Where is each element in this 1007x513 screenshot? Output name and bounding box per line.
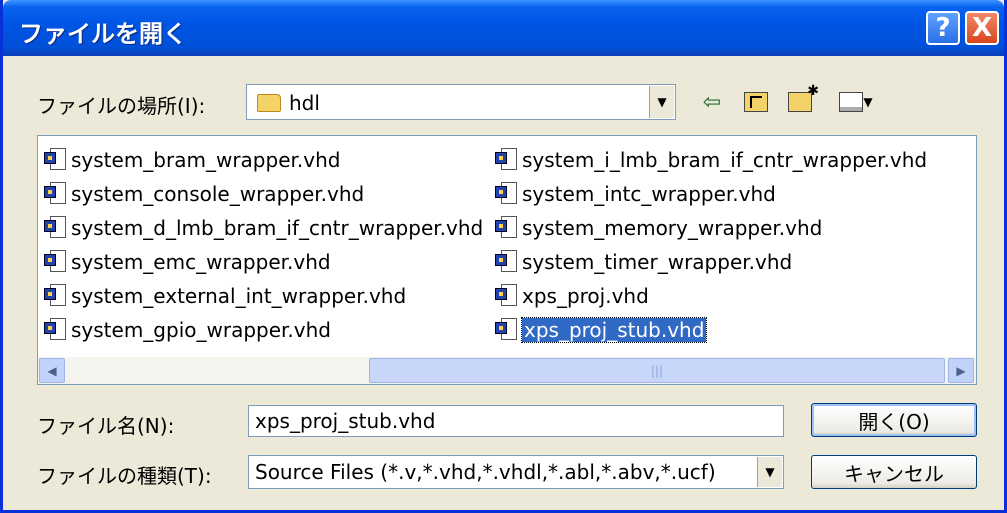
file-name: system_intc_wrapper.vhd xyxy=(522,182,776,206)
file-list-item[interactable]: xps_proj.vhd xyxy=(495,282,649,310)
file-name: xps_proj_stub.vhd xyxy=(520,317,708,343)
horizontal-scrollbar[interactable]: ◀ ||| ▶ xyxy=(38,357,976,384)
vhd-file-icon xyxy=(495,182,519,206)
folder-up-icon[interactable] xyxy=(742,88,770,116)
file-list-item[interactable]: system_i_lmb_bram_if_cntr_wrapper.vhd xyxy=(495,146,927,174)
scroll-thumb[interactable]: ||| xyxy=(369,358,945,383)
file-list-item[interactable]: system_emc_wrapper.vhd xyxy=(44,248,331,276)
vhd-file-icon xyxy=(44,182,68,206)
vhd-file-icon xyxy=(495,148,519,172)
folder-icon xyxy=(257,94,281,112)
vhd-file-icon xyxy=(495,250,519,274)
file-list-item[interactable]: system_external_int_wrapper.vhd xyxy=(44,282,406,310)
vhd-file-icon xyxy=(44,216,68,240)
help-button[interactable]: ? xyxy=(926,11,960,45)
file-name: system_d_lmb_bram_if_cntr_wrapper.vhd xyxy=(71,216,484,240)
help-icon: ? xyxy=(935,13,951,43)
file-list-item[interactable]: system_bram_wrapper.vhd xyxy=(44,146,340,174)
title-bar: ファイルを開く ? X xyxy=(3,0,1004,56)
filename-label: ファイル名(N): xyxy=(37,414,175,438)
file-name: system_gpio_wrapper.vhd xyxy=(71,318,331,342)
file-list-item[interactable]: system_timer_wrapper.vhd xyxy=(495,248,792,276)
file-name: system_bram_wrapper.vhd xyxy=(71,148,341,172)
vhd-file-icon xyxy=(44,148,68,172)
new-folder-icon[interactable]: ✱ xyxy=(786,83,819,116)
window-title: ファイルを開く xyxy=(19,20,187,48)
file-name: system_memory_wrapper.vhd xyxy=(522,216,823,240)
cancel-button[interactable]: キャンセル xyxy=(811,455,977,489)
file-name: xps_proj.vhd xyxy=(522,284,649,308)
file-list[interactable]: system_bram_wrapper.vhd system_console_wr… xyxy=(37,135,977,385)
file-name: system_external_int_wrapper.vhd xyxy=(71,284,407,308)
vhd-file-icon xyxy=(495,216,519,240)
close-button[interactable]: X xyxy=(965,11,999,45)
file-list-item[interactable]: system_memory_wrapper.vhd xyxy=(495,214,822,242)
scroll-right-icon[interactable]: ▶ xyxy=(948,358,974,383)
file-list-item[interactable]: system_console_wrapper.vhd xyxy=(44,180,364,208)
filetype-value: Source Files (*.v,*.vhd,*.vhdl,*.abl,*.a… xyxy=(255,460,716,484)
chevron-down-icon[interactable]: ▼ xyxy=(649,86,674,118)
file-name: system_timer_wrapper.vhd xyxy=(522,250,793,274)
file-name: system_console_wrapper.vhd xyxy=(71,182,365,206)
vhd-file-icon xyxy=(44,250,68,274)
vhd-file-icon xyxy=(44,284,68,308)
close-icon: X xyxy=(971,13,993,43)
vhd-file-icon xyxy=(44,318,68,342)
file-list-item[interactable]: system_intc_wrapper.vhd xyxy=(495,180,776,208)
view-menu-icon[interactable]: ▼ xyxy=(836,88,876,116)
location-value: hdl xyxy=(289,91,320,115)
left-arrow-icon[interactable]: ⇦ xyxy=(698,88,726,116)
location-dropdown[interactable]: hdl ▼ xyxy=(246,84,676,120)
location-label: ファイルの場所(I): xyxy=(37,94,206,118)
filetype-dropdown[interactable]: Source Files (*.v,*.vhd,*.vhdl,*.abl,*.a… xyxy=(248,455,784,489)
open-button[interactable]: 開く(O) xyxy=(811,403,977,437)
file-list-item[interactable]: system_d_lmb_bram_if_cntr_wrapper.vhd xyxy=(44,214,483,242)
filetype-label: ファイルの種類(T): xyxy=(37,464,212,488)
scroll-left-icon[interactable]: ◀ xyxy=(39,358,65,383)
vhd-file-icon xyxy=(495,318,519,342)
open-file-dialog: ファイルを開く ? X ファイルの場所(I): hdl ▼ ⇦ ✱ ▼ syst… xyxy=(0,0,1007,513)
filename-input[interactable]: xps_proj_stub.vhd xyxy=(248,405,784,437)
file-name: system_i_lmb_bram_if_cntr_wrapper.vhd xyxy=(522,148,928,172)
chevron-down-icon[interactable]: ▼ xyxy=(757,457,782,487)
file-list-item[interactable]: xps_proj_stub.vhd xyxy=(495,316,708,344)
vhd-file-icon xyxy=(495,284,519,308)
file-name: system_emc_wrapper.vhd xyxy=(71,250,331,274)
file-list-item[interactable]: system_gpio_wrapper.vhd xyxy=(44,316,331,344)
